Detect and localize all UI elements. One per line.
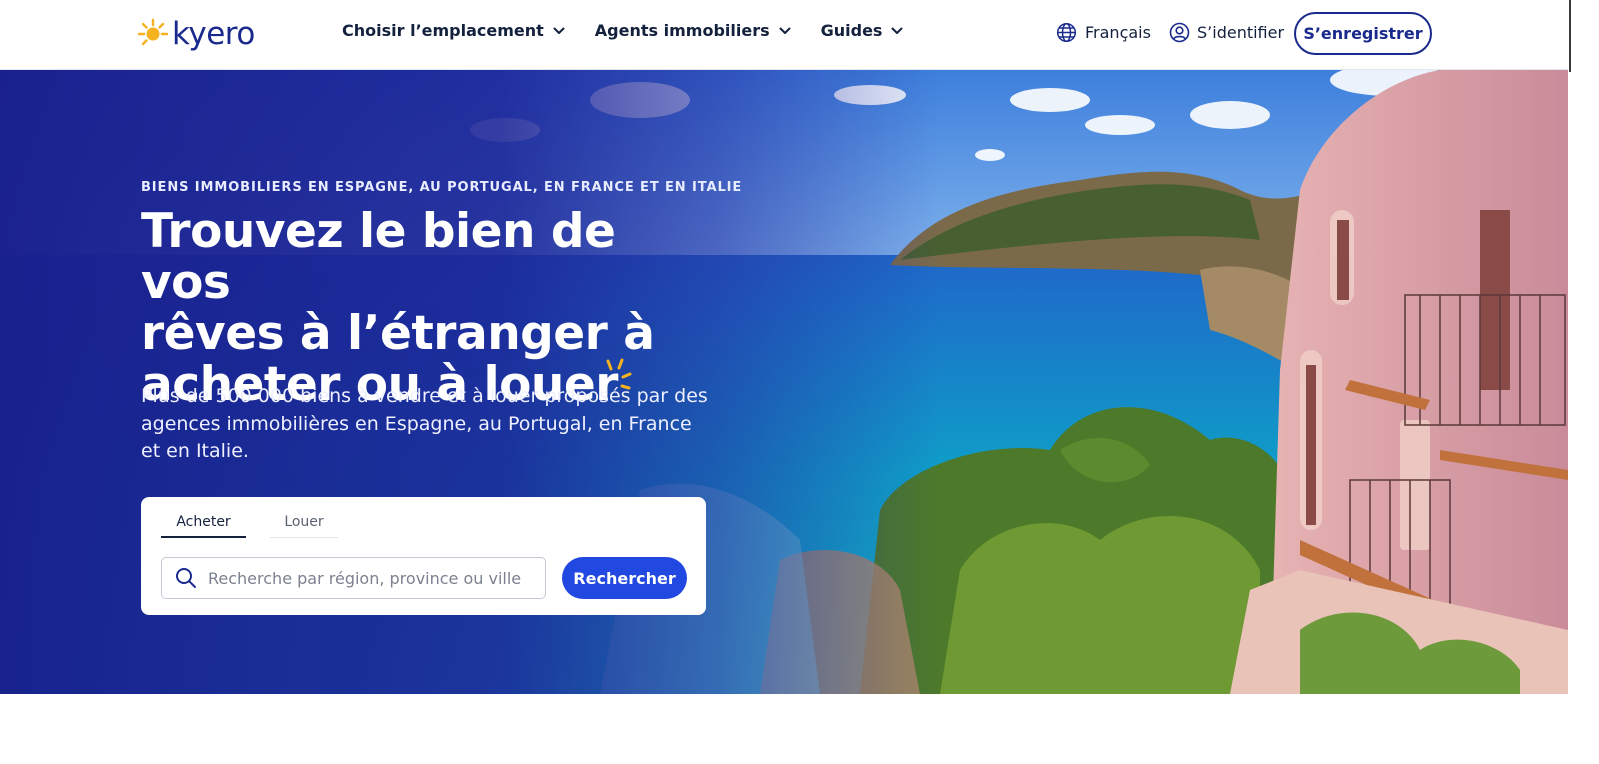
nav-label: Agents immobiliers — [594, 21, 770, 40]
search-tabs: Acheter Louer — [161, 514, 338, 538]
search-icon — [175, 567, 197, 589]
headline-line-1: Trouvez le bien de vos — [141, 204, 616, 310]
scrollbar-thumb[interactable] — [1569, 0, 1571, 72]
login-link[interactable]: S’identifier — [1169, 22, 1284, 43]
kyero-logo[interactable]: kyero — [137, 14, 255, 54]
globe-icon — [1056, 22, 1077, 43]
search-field[interactable] — [161, 557, 546, 599]
nav-label: Guides — [820, 21, 883, 40]
main-nav: Choisir l’emplacement Agents immobiliers… — [342, 21, 903, 40]
site-header: kyero Choisir l’emplacement Agents immob… — [0, 0, 1599, 70]
chevron-down-icon — [779, 27, 791, 35]
language-selector[interactable]: Français — [1056, 22, 1151, 43]
nav-choose-location[interactable]: Choisir l’emplacement — [342, 21, 565, 40]
nav-guides[interactable]: Guides — [821, 21, 904, 40]
sun-logo-icon — [137, 18, 169, 50]
search-card: Acheter Louer Rechercher — [141, 497, 706, 615]
user-circle-icon — [1169, 22, 1190, 43]
nav-real-estate-agents[interactable]: Agents immobiliers — [595, 21, 791, 40]
headline-line-2: rêves à l’étranger à — [141, 306, 655, 361]
tab-buy[interactable]: Acheter — [161, 514, 246, 538]
register-button[interactable]: S’enregistrer — [1294, 12, 1432, 55]
search-input[interactable] — [208, 568, 528, 588]
search-button[interactable]: Rechercher — [562, 557, 687, 599]
login-label: S’identifier — [1197, 23, 1285, 42]
page-scrollbar[interactable] — [1568, 0, 1599, 764]
hero-eyebrow: BIENS IMMOBILIERS EN ESPAGNE, AU PORTUGA… — [141, 180, 743, 195]
hero-headline: Trouvez le bien de vos rêves à l’étrange… — [141, 206, 701, 410]
logo-wordmark: kyero — [172, 15, 255, 52]
chevron-down-icon — [891, 27, 903, 35]
nav-label: Choisir l’emplacement — [342, 21, 544, 40]
tab-rent[interactable]: Louer — [270, 514, 338, 538]
language-label: Français — [1085, 23, 1151, 42]
chevron-down-icon — [553, 27, 565, 35]
hero-description: Plus de 500 000 biens à vendre et à loue… — [141, 385, 708, 462]
